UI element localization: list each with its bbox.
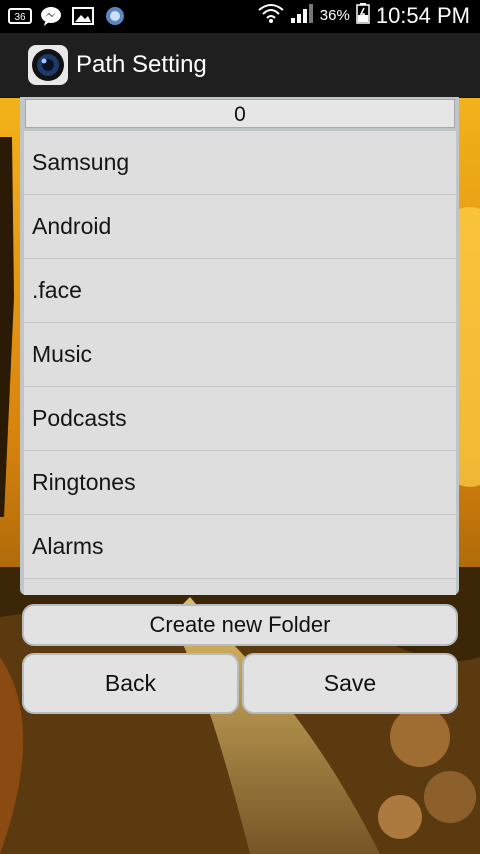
list-item[interactable]: Samsung	[24, 131, 456, 195]
list-item[interactable]: Ringtones	[24, 451, 456, 515]
list-item[interactable]: Music	[24, 323, 456, 387]
current-path-label: 0	[25, 99, 455, 128]
list-item[interactable]: Android	[24, 195, 456, 259]
list-item[interactable]: Alarms	[24, 515, 456, 579]
page-title: Path Setting	[76, 51, 207, 78]
save-button[interactable]: Save	[242, 653, 458, 714]
app-update-icon	[104, 6, 126, 26]
gallery-icon	[72, 6, 94, 26]
battery-percent: 36%	[319, 7, 350, 24]
action-bar: Path Setting	[0, 33, 480, 98]
camera-lens-icon	[27, 44, 69, 86]
status-bar-system: 36% 10:54 PM	[258, 2, 470, 29]
status-bar-notifications: 36	[8, 6, 126, 26]
signal-icon	[290, 2, 314, 29]
create-new-folder-button[interactable]: Create new Folder	[22, 604, 458, 646]
clock: 10:54 PM	[375, 2, 470, 28]
battery-icon	[356, 2, 370, 29]
list-item[interactable]: .face	[24, 259, 456, 323]
status-bar: 36 36% 10:54 PM	[0, 0, 480, 33]
svg-text:36: 36	[14, 12, 26, 23]
list-item[interactable]: Podcasts	[24, 387, 456, 451]
wifi-icon	[258, 2, 284, 29]
back-button[interactable]: Back	[22, 653, 239, 714]
notification-36-icon: 36	[8, 6, 32, 26]
folder-list[interactable]: Samsung Android .face Music Podcasts Rin…	[24, 131, 456, 595]
messenger-icon	[40, 6, 62, 26]
